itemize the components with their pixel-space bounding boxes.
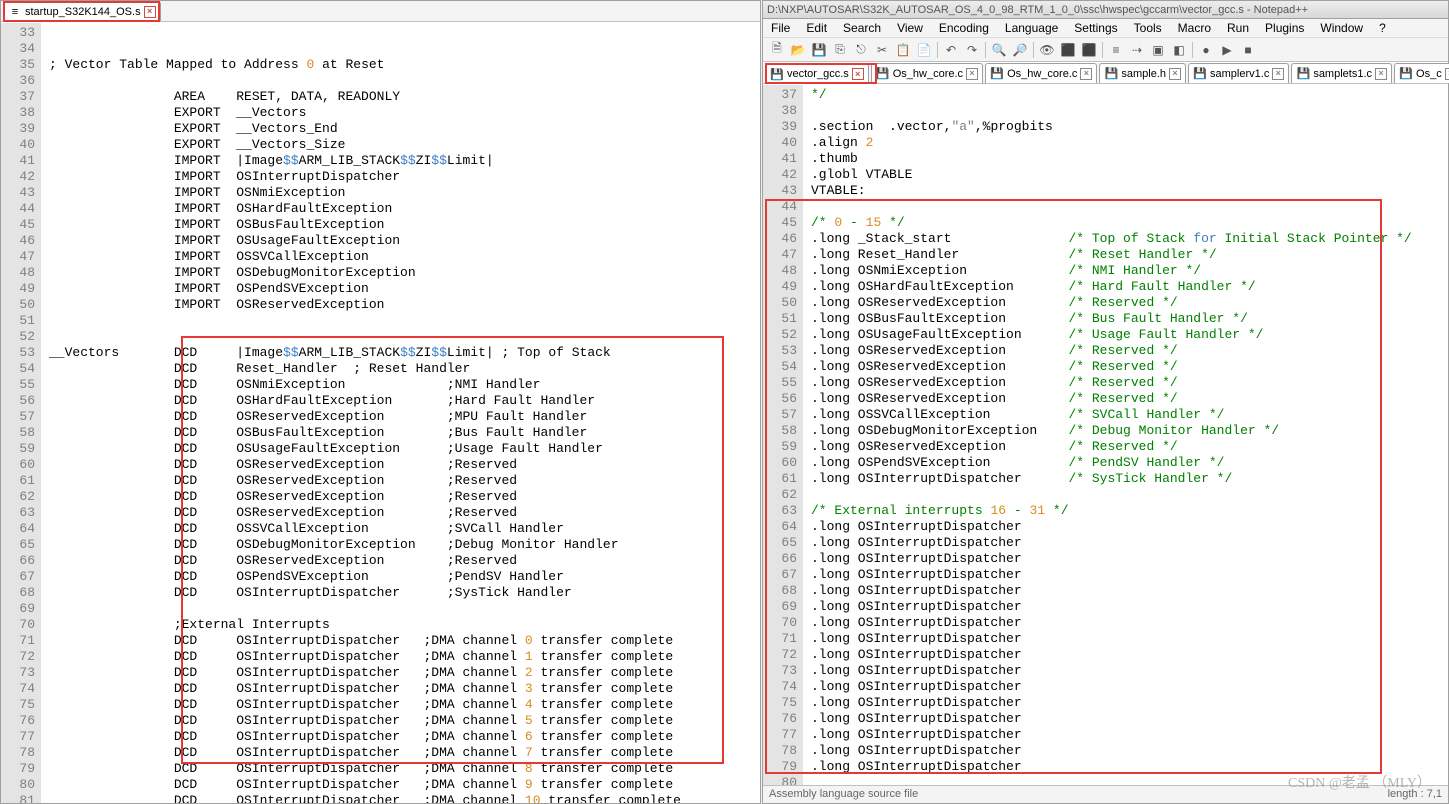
menu-?[interactable]: ? bbox=[1375, 20, 1390, 36]
close-icon[interactable]: × bbox=[1445, 68, 1449, 80]
tab-samplerv1-c[interactable]: 💾samplerv1.c× bbox=[1188, 63, 1289, 83]
close-icon[interactable]: × bbox=[144, 6, 156, 18]
toolbar-button[interactable]: ⇢ bbox=[1127, 40, 1147, 60]
left-tab-bar: ≡ startup_S32K144_OS.s × bbox=[1, 1, 760, 22]
status-bar: Assembly language source file length : 7… bbox=[763, 785, 1448, 803]
tab-label: Os_hw_core.c bbox=[1007, 68, 1077, 80]
menu-encoding[interactable]: Encoding bbox=[935, 20, 993, 36]
window-title: D:\NXP\AUTOSAR\S32K_AUTOSAR_OS_4_0_98_RT… bbox=[767, 4, 1308, 16]
save-icon: 💾 bbox=[1104, 67, 1118, 81]
toolbar-button[interactable]: 👁 bbox=[1037, 40, 1057, 60]
toolbar-button[interactable]: ✂ bbox=[872, 40, 892, 60]
tab-label: Os_hw_core.c bbox=[893, 68, 963, 80]
save-icon: 💾 bbox=[1193, 67, 1207, 81]
toolbar-button[interactable]: ● bbox=[1196, 40, 1216, 60]
toolbar-button[interactable]: 💾 bbox=[809, 40, 829, 60]
tab-startup-s32k144[interactable]: ≡ startup_S32K144_OS.s × bbox=[3, 1, 161, 21]
save-icon: 💾 bbox=[990, 67, 1004, 81]
toolbar-button[interactable]: ⎘ bbox=[830, 40, 850, 60]
tab-os-c[interactable]: 💾Os_c× bbox=[1394, 63, 1449, 83]
tab-label: sample.h bbox=[1121, 68, 1166, 80]
left-editor[interactable]: 33 34 35 36 37 38 39 40 41 42 43 44 45 4… bbox=[1, 23, 760, 803]
menu-plugins[interactable]: Plugins bbox=[1261, 20, 1308, 36]
toolbar-button[interactable]: ▣ bbox=[1148, 40, 1168, 60]
toolbar-button[interactable]: 🗎 bbox=[767, 40, 787, 60]
toolbar-button[interactable]: 🔍 bbox=[989, 40, 1009, 60]
status-right: length : 7,1 bbox=[1388, 788, 1442, 801]
tab-sample-h[interactable]: 💾sample.h× bbox=[1099, 63, 1186, 83]
close-icon[interactable]: × bbox=[966, 68, 978, 80]
menu-window[interactable]: Window bbox=[1316, 20, 1367, 36]
left-editor-pane: ≡ startup_S32K144_OS.s × 33 34 35 36 37 … bbox=[0, 0, 761, 804]
save-icon: 💾 bbox=[1399, 67, 1413, 81]
save-icon: 💾 bbox=[876, 67, 890, 81]
right-line-numbers: 37 38 39 40 41 42 43 44 45 46 47 48 49 5… bbox=[763, 85, 803, 803]
save-icon: 💾 bbox=[1296, 67, 1310, 81]
tab-samplets1-c[interactable]: 💾samplets1.c× bbox=[1291, 63, 1392, 83]
toolbar-button[interactable]: 📋 bbox=[893, 40, 913, 60]
toolbar-button[interactable]: ↶ bbox=[941, 40, 961, 60]
menu-edit[interactable]: Edit bbox=[802, 20, 831, 36]
toolbar-button[interactable]: ▶ bbox=[1217, 40, 1237, 60]
tab-label: startup_S32K144_OS.s bbox=[25, 6, 141, 18]
tool-bar[interactable]: 🗎📂💾⎘⎋✂📋📄↶↷🔍🔎👁⬛⬛≡⇢▣◧●▶■ bbox=[763, 38, 1448, 62]
tab-label: samplets1.c bbox=[1313, 68, 1372, 80]
menu-search[interactable]: Search bbox=[839, 20, 885, 36]
menu-macro[interactable]: Macro bbox=[1174, 20, 1215, 36]
close-icon[interactable]: × bbox=[852, 68, 864, 80]
right-tab-bar: 💾vector_gcc.s×💾Os_hw_core.c×💾Os_hw_core.… bbox=[763, 63, 1448, 84]
tab-label: Os_c bbox=[1416, 68, 1442, 80]
window-title-bar: D:\NXP\AUTOSAR\S32K_AUTOSAR_OS_4_0_98_RT… bbox=[763, 1, 1448, 19]
right-code-area[interactable]: */ .section .vector,"a",%progbits .align… bbox=[803, 85, 1448, 803]
menu-bar[interactable]: File Edit Search View Encoding Language Settin… bbox=[763, 19, 1448, 38]
right-notepad-pane: D:\NXP\AUTOSAR\S32K_AUTOSAR_OS_4_0_98_RT… bbox=[762, 0, 1449, 804]
toolbar-button[interactable]: 🔎 bbox=[1010, 40, 1030, 60]
close-icon[interactable]: × bbox=[1272, 68, 1284, 80]
tab-label: samplerv1.c bbox=[1210, 68, 1269, 80]
toolbar-button[interactable]: ■ bbox=[1238, 40, 1258, 60]
left-line-numbers: 33 34 35 36 37 38 39 40 41 42 43 44 45 4… bbox=[1, 23, 41, 803]
toolbar-button[interactable]: ⎋ bbox=[851, 40, 871, 60]
save-icon: 💾 bbox=[770, 67, 784, 81]
left-code-area[interactable]: ; Vector Table Mapped to Address 0 at Re… bbox=[41, 23, 760, 803]
tab-os-hw-core-c[interactable]: 💾Os_hw_core.c× bbox=[871, 63, 983, 83]
toolbar-button[interactable]: 📂 bbox=[788, 40, 808, 60]
file-asm-icon: ≡ bbox=[8, 5, 22, 19]
tab-vector-gcc-s[interactable]: 💾vector_gcc.s× bbox=[765, 63, 869, 83]
close-icon[interactable]: × bbox=[1080, 68, 1092, 80]
toolbar-button[interactable]: ⬛ bbox=[1079, 40, 1099, 60]
toolbar-button[interactable]: ◧ bbox=[1169, 40, 1189, 60]
menu-language[interactable]: Language bbox=[1001, 20, 1062, 36]
toolbar-button[interactable]: ↷ bbox=[962, 40, 982, 60]
menu-tools[interactable]: Tools bbox=[1130, 20, 1166, 36]
menu-view[interactable]: View bbox=[893, 20, 927, 36]
close-icon[interactable]: × bbox=[1375, 68, 1387, 80]
right-editor[interactable]: 37 38 39 40 41 42 43 44 45 46 47 48 49 5… bbox=[763, 85, 1448, 803]
tab-os-hw-core-c[interactable]: 💾Os_hw_core.c× bbox=[985, 63, 1097, 83]
menu-file[interactable]: File bbox=[767, 20, 794, 36]
toolbar-button[interactable]: ⬛ bbox=[1058, 40, 1078, 60]
close-icon[interactable]: × bbox=[1169, 68, 1181, 80]
toolbar-button[interactable]: 📄 bbox=[914, 40, 934, 60]
menu-settings[interactable]: Settings bbox=[1070, 20, 1121, 36]
tab-label: vector_gcc.s bbox=[787, 68, 849, 80]
status-left: Assembly language source file bbox=[769, 788, 918, 801]
toolbar-button[interactable]: ≡ bbox=[1106, 40, 1126, 60]
menu-run[interactable]: Run bbox=[1223, 20, 1253, 36]
